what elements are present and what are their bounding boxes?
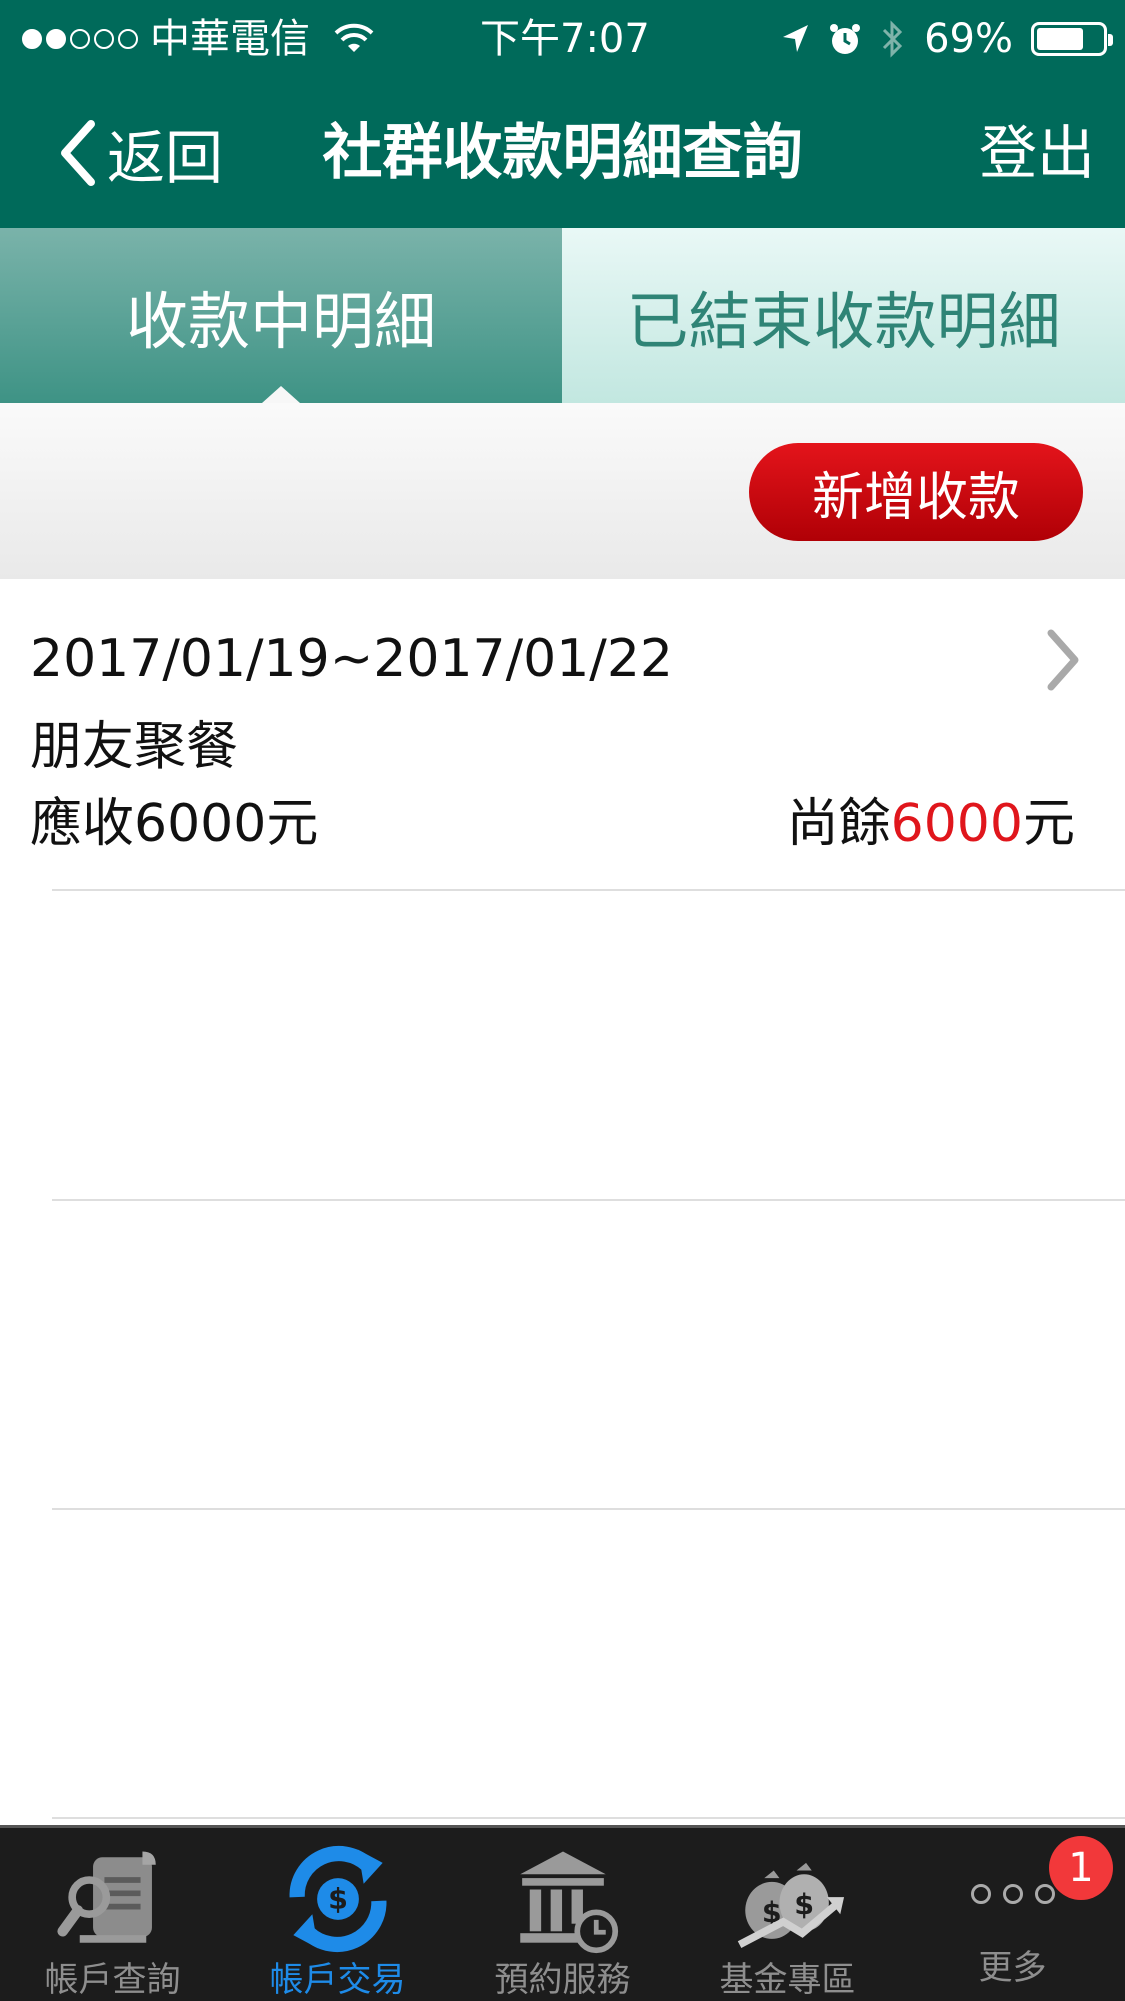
- tabbar-item-reservation[interactable]: 預約服務: [450, 1828, 675, 2001]
- more-icon: [970, 1884, 1055, 1944]
- fund-zone-icon: $ $: [737, 1862, 844, 1948]
- notification-badge: 1: [1049, 1836, 1113, 1900]
- receivable-amount: 應收6000元: [30, 781, 318, 856]
- svg-text:$: $: [328, 1883, 348, 1916]
- segment-tabs: 收款中明細 已結束收款明細: [0, 228, 1125, 403]
- remaining-prefix: 尚餘: [786, 794, 891, 854]
- collection-date-range: 2017/01/19~2017/01/22: [30, 629, 673, 689]
- account-inquiry-icon: [56, 1851, 156, 1943]
- bluetooth-icon: [883, 20, 903, 58]
- location-arrow-icon: [783, 25, 809, 52]
- alarm-icon: [830, 24, 861, 54]
- tab-collecting[interactable]: 收款中明細: [0, 228, 562, 403]
- carrier-info: 中華電信: [22, 14, 374, 64]
- receivable-prefix: 應收: [30, 794, 135, 854]
- reservation-service-icon: [519, 1851, 618, 1954]
- bottom-tab-bar: 帳戶查詢 $ 帳戶交易 預約服務 $ $ 基金專區 更多 1: [0, 1825, 1125, 2001]
- tabbar-item-account-transaction[interactable]: $ 帳戶交易: [225, 1828, 450, 2001]
- chevron-left-icon: [61, 120, 95, 186]
- tab-collecting-label: 收款中明細: [125, 284, 436, 358]
- add-collection-button[interactable]: 新增收款: [749, 443, 1083, 541]
- action-toolbar: 新增收款: [0, 403, 1125, 579]
- tabbar-item-more[interactable]: 更多 1: [900, 1828, 1125, 2001]
- tabbar-label: 帳戶交易: [269, 1960, 406, 2000]
- empty-list-row: [0, 1201, 1125, 1507]
- status-right: 69%: [780, 14, 1113, 64]
- remaining-amount: 尚餘6000元: [787, 781, 1075, 856]
- list-item[interactable]: 2017/01/19~2017/01/22 朋友聚餐 應收6000元 尚餘600…: [0, 579, 1125, 889]
- back-button[interactable]: 返回: [55, 108, 223, 198]
- back-label: 返回: [107, 124, 224, 192]
- status-time: 下午7:07: [480, 16, 650, 62]
- wifi-icon: [334, 23, 374, 52]
- receivable-unit: 元: [266, 794, 319, 854]
- list-divider: [52, 1817, 1125, 1819]
- empty-list-row: [0, 1510, 1125, 1816]
- tabbar-label: 基金專區: [719, 1960, 856, 2000]
- tabbar-item-fund-zone[interactable]: $ $ 基金專區: [675, 1828, 900, 2001]
- tabbar-label: 預約服務: [494, 1960, 631, 2000]
- carrier-name: 中華電信: [150, 16, 310, 62]
- remaining-value: 6000: [890, 794, 1023, 854]
- battery-percent: 69%: [924, 16, 1013, 62]
- status-bar: 中華電信 下午7:07 69%: [0, 0, 1125, 78]
- collection-name: 朋友聚餐: [30, 717, 239, 777]
- navigation-bar: 返回 社群收款明細查詢 登出: [0, 78, 1125, 228]
- tab-ended[interactable]: 已結束收款明細: [562, 228, 1125, 403]
- receivable-value: 6000: [134, 794, 267, 854]
- tabbar-label: 帳戶查詢: [44, 1960, 181, 2000]
- remaining-unit: 元: [1022, 794, 1075, 854]
- logout-button[interactable]: 登出: [979, 108, 1095, 198]
- svg-text:$: $: [794, 1888, 814, 1921]
- tab-indicator: [262, 386, 300, 403]
- signal-strength-icon: [22, 29, 138, 49]
- empty-list-row: [0, 891, 1125, 1197]
- tabbar-item-account-inquiry[interactable]: 帳戶查詢: [0, 1828, 225, 2001]
- battery-icon: [1031, 22, 1113, 56]
- tab-ended-label: 已結束收款明細: [626, 284, 1061, 358]
- account-transaction-icon: $: [289, 1845, 386, 1953]
- tabbar-label: 更多: [978, 1948, 1047, 1988]
- chevron-right-icon: [1047, 629, 1079, 691]
